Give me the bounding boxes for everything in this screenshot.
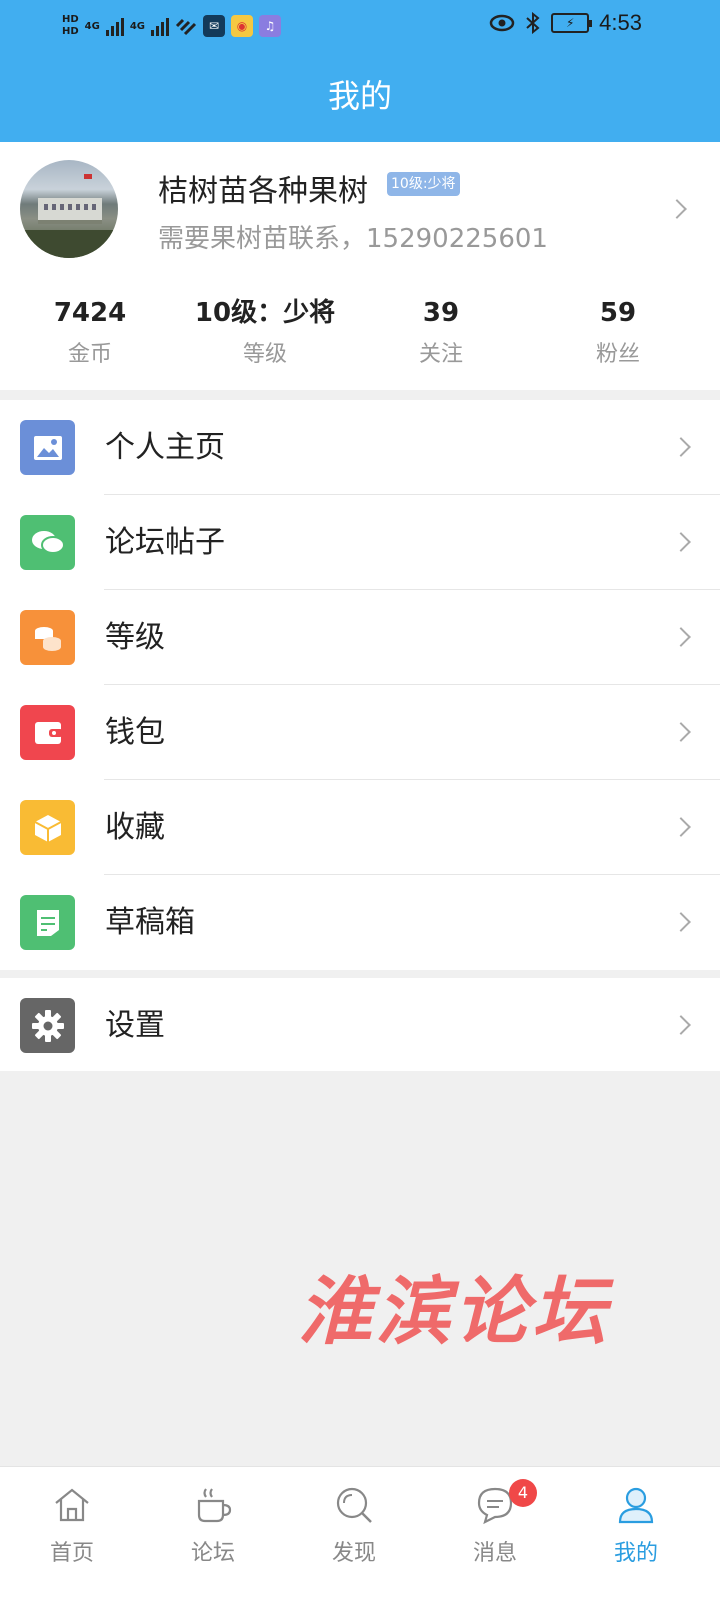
chevron-right-icon xyxy=(671,817,691,837)
hd-label-1: HD xyxy=(62,14,79,25)
chat-icon xyxy=(20,515,75,570)
stat-coins[interactable]: 7424 金币 xyxy=(0,292,180,368)
mail-icon: ✉ xyxy=(203,15,226,37)
draft-icon xyxy=(20,895,75,950)
stats-row: 7424 金币 10级：少将 等级 39 关注 59 粉丝 xyxy=(0,292,720,382)
stat-label: 关注 xyxy=(418,342,463,367)
battery-icon: ⚡ xyxy=(551,13,593,33)
stat-following[interactable]: 39 关注 xyxy=(351,292,531,368)
chevron-right-icon xyxy=(671,912,691,932)
stat-value: 59 xyxy=(599,298,637,328)
menu-item-wallet[interactable]: 钱包 xyxy=(0,685,720,780)
profile-name: 桔树苗各种果树 xyxy=(158,174,368,209)
wallet-icon xyxy=(20,705,75,760)
menu-item-favorites[interactable]: 收藏 xyxy=(0,780,720,875)
chevron-right-icon xyxy=(671,437,691,457)
tab-forum[interactable]: 论坛 xyxy=(141,1467,285,1600)
avatar-flag xyxy=(84,174,92,179)
eye-icon xyxy=(489,14,515,32)
chevron-right-icon[interactable] xyxy=(667,199,687,219)
level-badge: 10级:少将 xyxy=(387,172,460,196)
stat-level[interactable]: 10级：少将 等级 xyxy=(175,292,355,368)
weibo-icon: ◉ xyxy=(231,15,254,37)
menu-item-homepage[interactable]: 个人主页 xyxy=(0,400,720,495)
chevron-right-icon xyxy=(671,722,691,742)
watermark: 淮滨论坛 xyxy=(298,1269,610,1355)
gear-icon xyxy=(20,998,75,1053)
bottom-tab-bar: 首页 论坛 发现 4 消息 我的 xyxy=(0,1466,720,1600)
tab-label: 论坛 xyxy=(190,1541,235,1566)
stat-value: 7424 xyxy=(53,298,127,328)
menu-item-drafts[interactable]: 草稿箱 xyxy=(0,875,720,970)
tab-label: 我的 xyxy=(613,1541,658,1566)
menu-label: 个人主页 xyxy=(105,430,225,465)
status-bar: HD HD 4G 4G ✉ ◉ ♫ ⚡ 4:53 xyxy=(0,0,720,50)
menu-item-posts[interactable]: 论坛帖子 xyxy=(0,495,720,590)
search-icon xyxy=(336,1487,372,1523)
profile-card[interactable]: 桔树苗各种果树 10级:少将 需要果树苗联系，15290225601 7424 … xyxy=(0,142,720,390)
stat-label: 等级 xyxy=(242,342,287,367)
menu-label: 等级 xyxy=(105,620,165,655)
bluetooth-icon xyxy=(526,12,540,34)
tab-discover[interactable]: 发现 xyxy=(282,1467,426,1600)
chevron-right-icon xyxy=(671,532,691,552)
hd-label-2: HD xyxy=(62,26,79,37)
music-icon: ♫ xyxy=(259,15,282,37)
menu-group-main: 个人主页 论坛帖子 等级 钱包 收藏 草稿箱 xyxy=(0,400,720,970)
tab-label: 消息 xyxy=(472,1541,517,1566)
menu-label: 钱包 xyxy=(105,715,165,750)
status-left: HD HD 4G 4G ✉ ◉ ♫ xyxy=(62,6,282,46)
menu-label: 草稿箱 xyxy=(105,905,195,940)
menu-item-settings[interactable]: 设置 xyxy=(0,978,720,1073)
home-icon xyxy=(55,1488,89,1522)
chevron-right-icon xyxy=(671,1015,691,1035)
network-label-1: 4G xyxy=(84,20,100,32)
wifi-icon xyxy=(175,18,197,36)
tab-label: 发现 xyxy=(331,1541,376,1566)
message-badge: 4 xyxy=(509,1479,537,1507)
menu-group-settings: 设置 xyxy=(0,978,720,1071)
hd-indicator: HD HD xyxy=(62,14,79,38)
menu-label: 设置 xyxy=(105,1008,165,1043)
avatar-building xyxy=(38,198,102,224)
avatar[interactable] xyxy=(20,160,118,258)
stat-label: 金币 xyxy=(67,342,112,367)
page-title: 我的 xyxy=(0,50,720,142)
signal-icon xyxy=(105,16,124,36)
stat-label: 粉丝 xyxy=(595,342,640,367)
stat-value: 39 xyxy=(422,298,460,328)
image-icon xyxy=(20,420,75,475)
menu-label: 收藏 xyxy=(105,810,165,845)
user-icon xyxy=(618,1487,654,1524)
box-icon xyxy=(20,800,75,855)
tab-mine[interactable]: 我的 xyxy=(564,1467,708,1600)
tab-home[interactable]: 首页 xyxy=(0,1467,144,1600)
status-right: ⚡ 4:53 xyxy=(489,10,642,36)
menu-item-level[interactable]: 等级 xyxy=(0,590,720,685)
avatar-trees xyxy=(20,230,118,258)
coins-icon xyxy=(20,610,75,665)
tab-label: 首页 xyxy=(49,1541,94,1566)
coffee-icon xyxy=(197,1488,232,1523)
chevron-right-icon xyxy=(671,627,691,647)
menu-label: 论坛帖子 xyxy=(105,525,225,560)
network-label-2: 4G xyxy=(129,20,146,32)
signal-icon xyxy=(151,16,170,36)
stat-value: 10级：少将 xyxy=(194,298,336,328)
profile-signature: 需要果树苗联系，15290225601 xyxy=(158,224,548,254)
tab-messages[interactable]: 4 消息 xyxy=(423,1467,567,1600)
status-time: 4:53 xyxy=(599,10,642,35)
stat-fans[interactable]: 59 粉丝 xyxy=(528,292,708,368)
